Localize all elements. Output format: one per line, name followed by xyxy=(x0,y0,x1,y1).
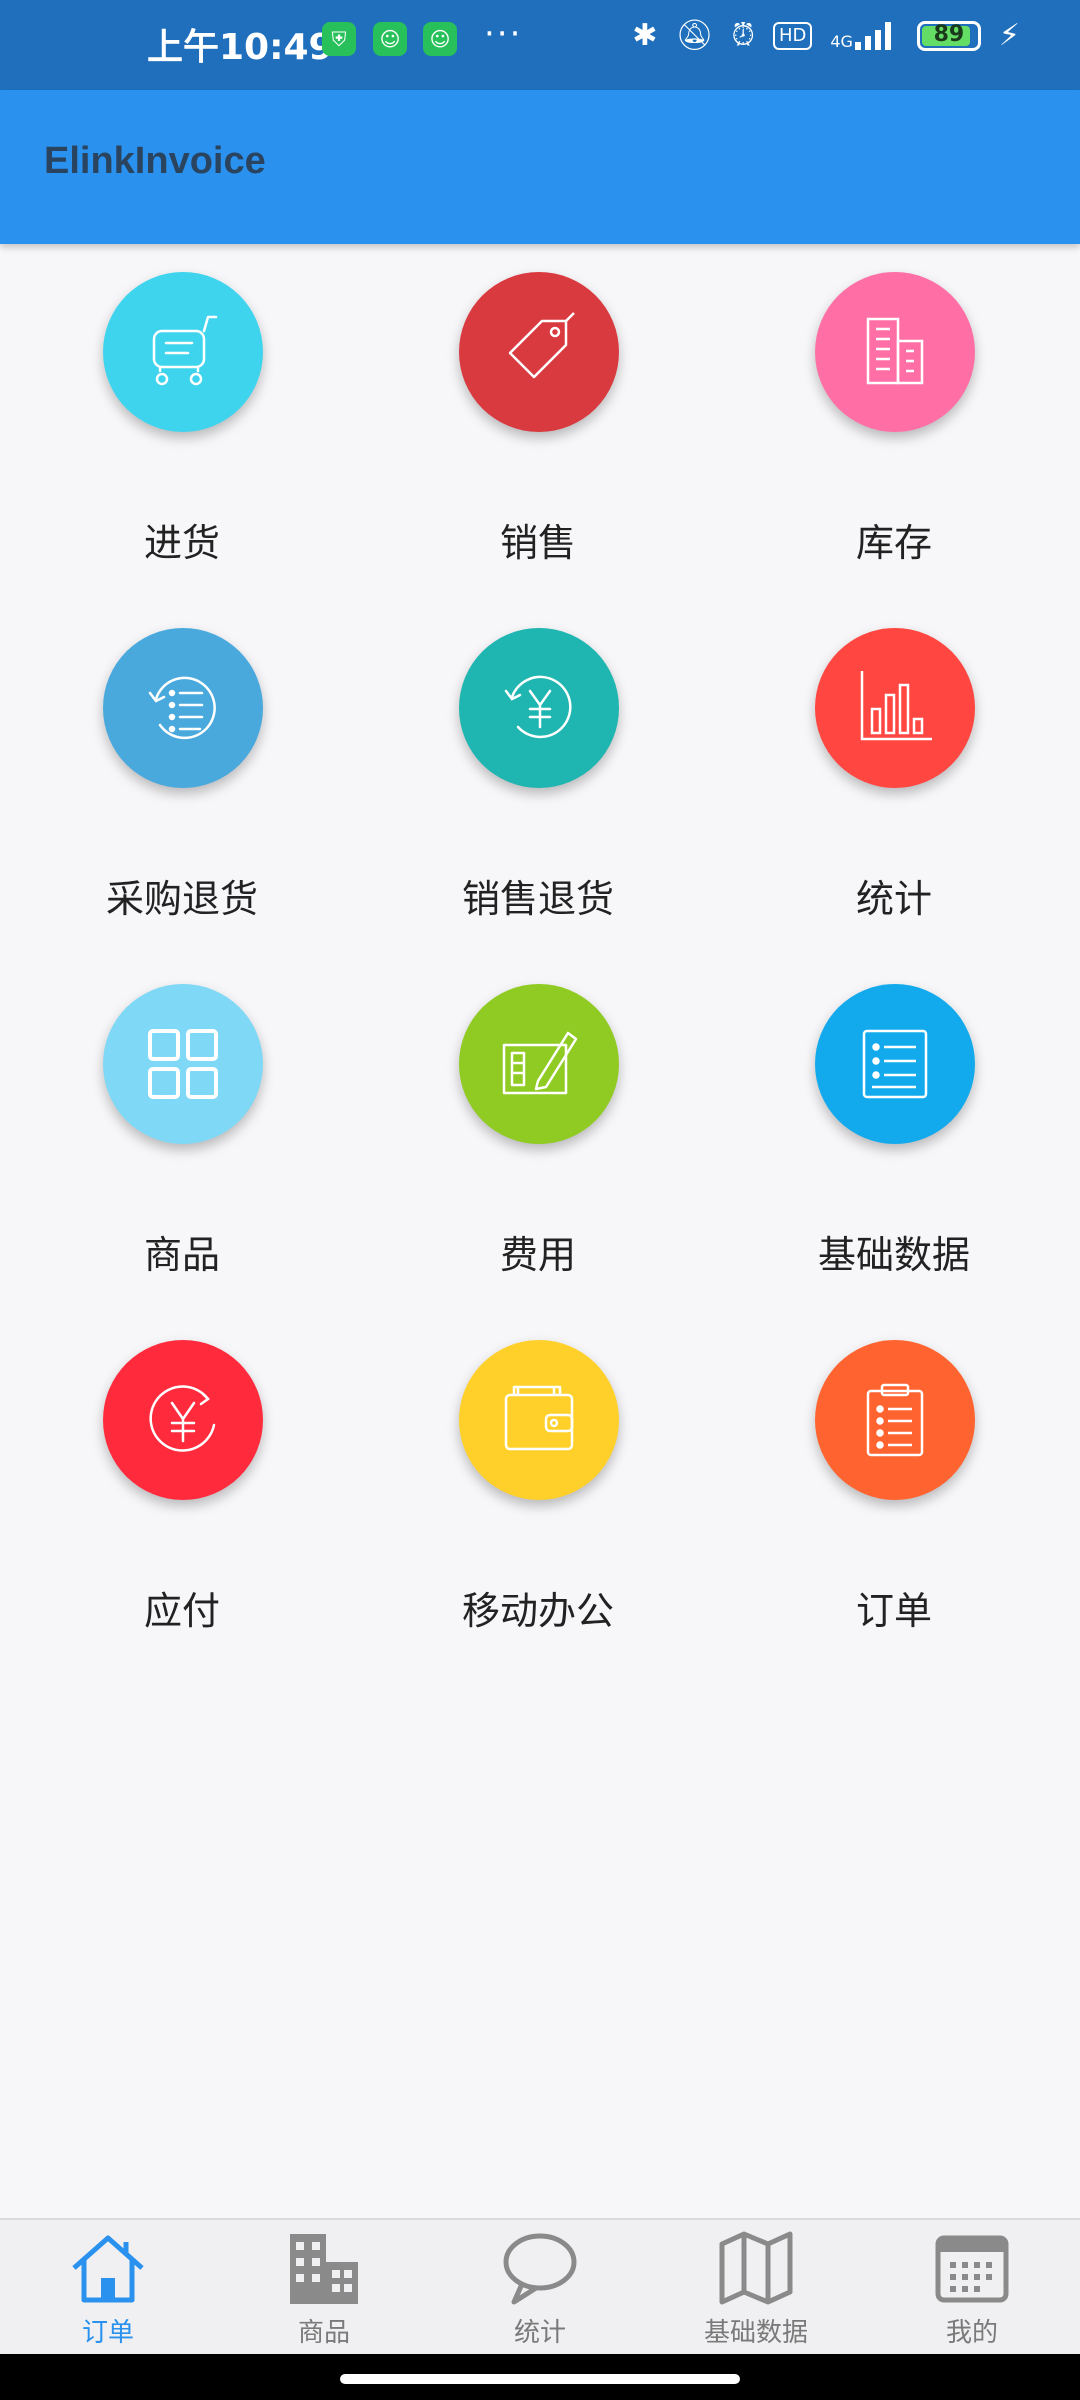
nav-tab-mine[interactable]: 我的 xyxy=(864,2220,1080,2356)
menu-label: 费用 xyxy=(499,1233,576,1277)
nav-tab-statistics[interactable]: 统计 xyxy=(432,2220,648,2356)
menu-item-sales-return[interactable]: 销售退货 xyxy=(360,628,716,928)
nav-tab-basic-data[interactable]: 基础数据 xyxy=(648,2220,864,2356)
app-notification-icon: ☺ xyxy=(423,22,457,56)
battery-level: 89 xyxy=(933,21,965,47)
cart-icon xyxy=(152,315,218,386)
map-icon xyxy=(719,2231,793,2305)
hd-badge: HD xyxy=(772,21,813,50)
mobile-office-circle xyxy=(459,1340,619,1500)
menu-label: 移动办公 xyxy=(461,1589,614,1633)
menu-label: 采购退货 xyxy=(105,877,258,921)
menu-label: 库存 xyxy=(855,521,932,565)
menu-item-expenses[interactable]: 费用 xyxy=(360,984,716,1284)
return-yen-icon xyxy=(504,675,572,739)
app-title: ElinkInvoice xyxy=(44,140,266,182)
statistics-circle xyxy=(815,628,975,788)
status-time: 上午10:49 xyxy=(147,27,334,68)
menu-label: 应付 xyxy=(143,1589,220,1633)
calendar-icon xyxy=(935,2235,1009,2303)
menu-label: 进货 xyxy=(143,521,220,565)
nav-label: 统计 xyxy=(513,2318,566,2348)
home-icon xyxy=(72,2235,144,2303)
grid-icon xyxy=(148,1029,218,1099)
status-bar: 上午10:49 ⛨ ☺ ☺ ··· ✱ 🔕︎ ⏰︎ HD 4G 89 ⚡︎ xyxy=(0,0,1080,90)
orders-circle xyxy=(815,1340,975,1500)
edit-tablet-icon xyxy=(502,1031,578,1095)
alarm-icon: ⏰︎ xyxy=(731,18,755,53)
inventory-circle xyxy=(815,272,975,432)
nav-tab-products[interactable]: 商品 xyxy=(216,2220,432,2356)
menu-item-inventory[interactable]: 库存 xyxy=(716,272,1072,572)
signal-bars-icon xyxy=(854,21,891,50)
app-notification-icon: ☺ xyxy=(373,22,407,56)
battery-icon: 89 xyxy=(916,20,981,51)
list-icon xyxy=(862,1029,928,1099)
menu-label: 商品 xyxy=(143,1233,220,1277)
menu-item-statistics[interactable]: 统计 xyxy=(716,628,1072,928)
gesture-area xyxy=(0,2354,1080,2400)
menu-label: 销售 xyxy=(499,521,576,565)
return-list-icon xyxy=(148,676,216,740)
nav-label: 我的 xyxy=(945,2318,998,2348)
nav-tab-orders[interactable]: 订单 xyxy=(0,2220,216,2356)
payables-circle xyxy=(103,1340,263,1500)
sales-circle xyxy=(459,272,619,432)
menu-item-purchase[interactable]: 进货 xyxy=(4,272,360,572)
menu-item-sales[interactable]: 销售 xyxy=(360,272,716,572)
expenses-circle xyxy=(459,984,619,1144)
nav-label: 订单 xyxy=(81,2318,134,2348)
basic-data-circle xyxy=(815,984,975,1144)
tag-icon xyxy=(508,312,575,379)
building-icon xyxy=(866,317,924,385)
menu-item-orders[interactable]: 订单 xyxy=(716,1340,1072,1640)
shield-icon: ⛨ xyxy=(322,22,356,56)
menu-label: 统计 xyxy=(855,877,932,921)
nav-label: 商品 xyxy=(297,2318,350,2348)
menu-label: 订单 xyxy=(855,1589,932,1633)
products-circle xyxy=(103,984,263,1144)
menu-label: 基础数据 xyxy=(817,1233,970,1277)
bottom-navigation: 订单 商品 统计 基础数据 我的 xyxy=(0,2218,1080,2356)
menu-item-purchase-return[interactable]: 采购退货 xyxy=(4,628,360,928)
menu-item-mobile-office[interactable]: 移动办公 xyxy=(360,1340,716,1640)
network-type: 4G xyxy=(830,31,853,51)
home-indicator[interactable] xyxy=(340,2374,740,2384)
menu-item-payables[interactable]: 应付 xyxy=(4,1340,360,1640)
purchase-return-circle xyxy=(103,628,263,788)
purchase-circle xyxy=(103,272,263,432)
nav-label: 基础数据 xyxy=(703,2318,808,2348)
menu-item-basic-data[interactable]: 基础数据 xyxy=(716,984,1072,1284)
charging-icon: ⚡︎ xyxy=(998,18,1020,53)
bluetooth-icon: ✱ xyxy=(632,18,658,53)
signal-icon: 4G xyxy=(830,21,899,51)
menu-item-products[interactable]: 商品 xyxy=(4,984,360,1284)
yen-circle-icon xyxy=(149,1385,216,1452)
chat-bubble-icon xyxy=(503,2233,577,2305)
bar-chart-icon xyxy=(860,671,932,741)
menu-label: 销售退货 xyxy=(461,877,614,921)
sales-return-circle xyxy=(459,628,619,788)
more-notifications-icon: ··· xyxy=(484,14,523,54)
buildings-icon xyxy=(290,2234,358,2304)
mute-icon: 🔕︎ xyxy=(675,18,714,53)
app-bar: ElinkInvoice xyxy=(0,90,1080,244)
clipboard-icon xyxy=(866,1383,924,1457)
wallet-icon xyxy=(504,1385,574,1451)
